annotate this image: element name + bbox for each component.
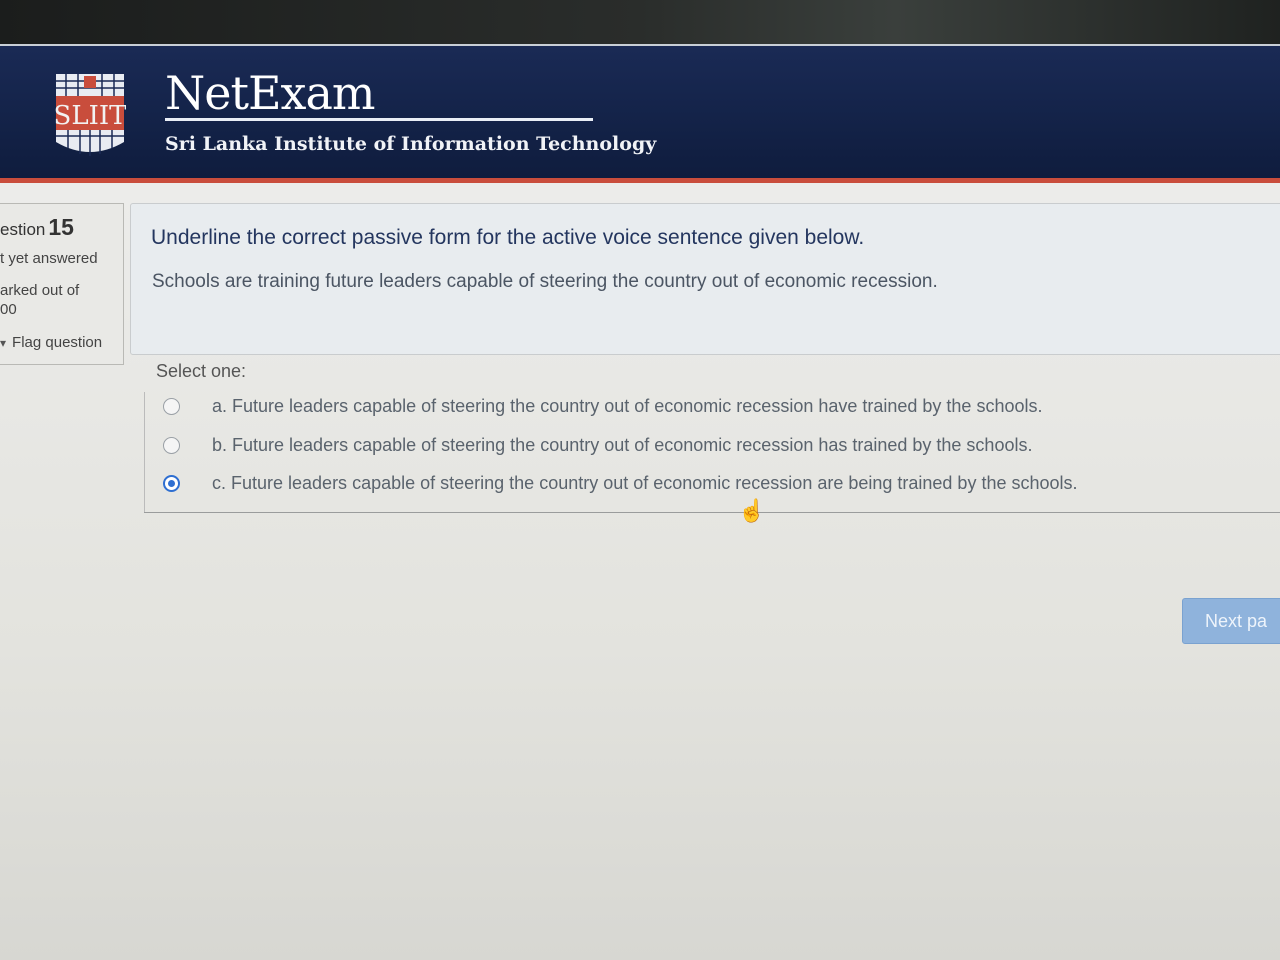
photo-background-strip [0, 0, 1280, 46]
marked-out-of-label: arked out of [0, 282, 80, 299]
answer-option-b[interactable]: b. Future leaders capable of steering th… [163, 435, 1032, 456]
app-brand-title: NetExam [165, 66, 376, 120]
question-number-label: estion 15 [0, 214, 74, 241]
question-prefix: estion [0, 220, 46, 239]
answer-box-left-border [144, 392, 145, 512]
next-page-button[interactable]: Next pa [1182, 598, 1280, 644]
select-one-label: Select one: [156, 361, 247, 381]
flag-icon: ▾ [0, 335, 7, 350]
answer-option-a-text[interactable]: a. Future leaders capable of steering th… [212, 396, 1042, 417]
marks-value: 00 [0, 301, 17, 318]
answer-option-a[interactable]: a. Future leaders capable of steering th… [163, 396, 1042, 417]
answer-option-b-text[interactable]: b. Future leaders capable of steering th… [212, 435, 1032, 456]
question-status: t yet answered [0, 250, 98, 267]
sliit-logo: SLIIT [54, 72, 127, 160]
hand-cursor-icon: ☝ [738, 498, 766, 523]
radio-button-a[interactable] [163, 398, 180, 415]
institute-name: Sri Lanka Institute of Information Techn… [165, 133, 657, 155]
answer-box-bottom-border [144, 512, 1280, 513]
brand-underline [165, 118, 593, 121]
radio-button-c[interactable] [163, 475, 180, 492]
flag-question-button[interactable]: ▾ Flag question [0, 334, 102, 351]
radio-button-b[interactable] [163, 437, 180, 454]
question-prompt: Underline the correct passive form for t… [151, 226, 865, 249]
answer-option-c-text[interactable]: c. Future leaders capable of steering th… [212, 473, 1078, 494]
question-number: 15 [48, 214, 74, 240]
answer-option-c[interactable]: c. Future leaders capable of steering th… [163, 473, 1078, 494]
logo-text: SLIIT [54, 101, 126, 131]
flag-question-label: Flag question [12, 334, 103, 351]
question-sentence: Schools are training future leaders capa… [152, 271, 938, 292]
